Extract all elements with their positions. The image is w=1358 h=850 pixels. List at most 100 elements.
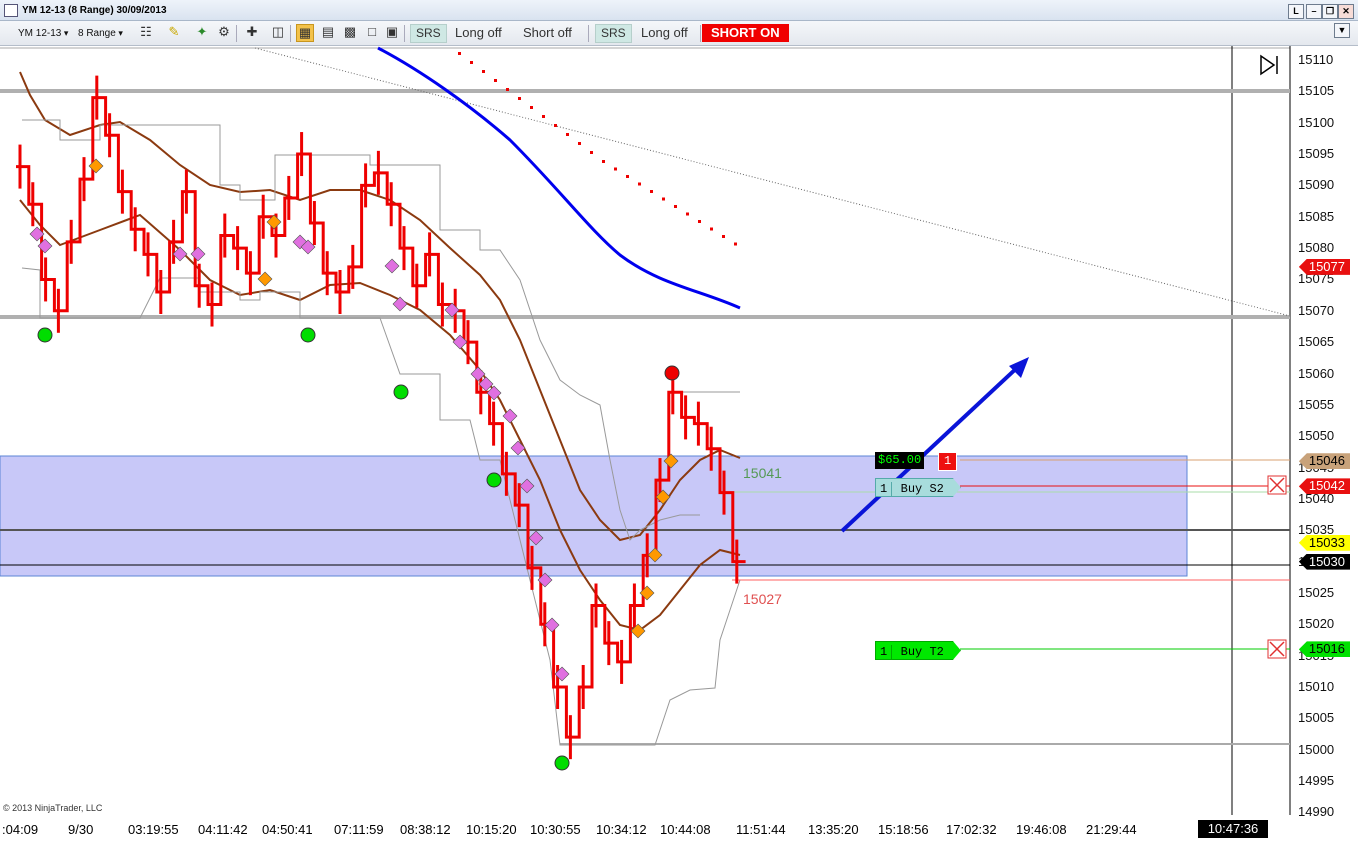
price-chart[interactable] bbox=[0, 46, 1358, 850]
minimize-button[interactable]: – bbox=[1306, 4, 1322, 19]
price-tick-label: 15065 bbox=[1298, 334, 1335, 350]
price-marker: 15016 bbox=[1298, 641, 1350, 658]
price-step-line bbox=[16, 96, 746, 739]
price-tick-label: 15000 bbox=[1298, 741, 1335, 757]
pnl-display: $65.00 bbox=[875, 452, 925, 469]
swing-low-dot bbox=[554, 755, 570, 771]
toolbar-separator bbox=[588, 25, 589, 42]
swing-low-dot bbox=[300, 327, 316, 343]
price-tick-label: 15070 bbox=[1298, 302, 1335, 318]
period-selector[interactable]: 8 Range bbox=[78, 24, 123, 42]
trailing-stop-dot bbox=[614, 167, 617, 171]
swing-low-dot bbox=[37, 327, 53, 343]
trailing-stop-dot bbox=[674, 205, 677, 208]
current-time-marker: 10:47:36 bbox=[1198, 820, 1268, 838]
price-tick-label: 14995 bbox=[1298, 773, 1335, 789]
long-off-button-1[interactable]: Long off bbox=[451, 23, 506, 42]
srs-button-1[interactable]: SRS bbox=[410, 24, 447, 43]
signal-diamond bbox=[88, 158, 104, 174]
price-tick-label: 15095 bbox=[1298, 146, 1335, 162]
srs-button-2[interactable]: SRS bbox=[595, 24, 632, 43]
scroll-to-end-icon[interactable] bbox=[1260, 54, 1278, 76]
copyright-notice: © 2013 NinjaTrader, LLC bbox=[3, 803, 103, 813]
trailing-stop-dot bbox=[530, 106, 533, 109]
screenshot-icon[interactable]: ▩ bbox=[342, 24, 358, 40]
signal-diamond bbox=[392, 296, 408, 312]
trailing-stop-dot bbox=[602, 160, 605, 163]
trailing-stop-dot bbox=[650, 190, 653, 193]
time-tick-label: 21:29:44 bbox=[1086, 822, 1137, 837]
trailing-stop-dot bbox=[518, 97, 521, 100]
price-tick-label: 15020 bbox=[1298, 616, 1335, 632]
time-tick-label: 10:15:20 bbox=[466, 822, 517, 837]
long-off-button-2[interactable]: Long off bbox=[637, 23, 692, 42]
position-qty-badge[interactable]: 1 bbox=[938, 452, 958, 471]
trailing-stop-dot bbox=[662, 197, 665, 201]
trailing-stop-dot bbox=[470, 61, 473, 64]
crosshair-icon[interactable]: ✚ bbox=[244, 24, 260, 40]
data-box-icon[interactable]: ▤ bbox=[320, 24, 336, 40]
time-tick-label: 11:51:44 bbox=[736, 822, 786, 837]
window-linking-icon[interactable]: ▣ bbox=[384, 24, 400, 40]
signal-diamond bbox=[510, 440, 526, 456]
price-tick-label: 15100 bbox=[1298, 114, 1335, 130]
trailing-stop-dot bbox=[710, 227, 713, 231]
time-tick-label: 15:18:56 bbox=[878, 822, 929, 837]
price-marker: 15077 bbox=[1298, 258, 1350, 275]
price-tick-label: 15110 bbox=[1298, 52, 1334, 67]
trailing-stop-dot bbox=[626, 175, 629, 178]
price-tick-label: 15050 bbox=[1298, 428, 1335, 444]
time-tick-label: 03:19:55 bbox=[128, 822, 179, 837]
trailing-stop-dot bbox=[494, 79, 497, 82]
price-marker: 15033 bbox=[1298, 534, 1350, 551]
stop-order-tag[interactable]: 1 Buy S2 bbox=[875, 478, 961, 497]
level-label-upper: 15041 bbox=[743, 465, 782, 481]
price-tick-label: 15055 bbox=[1298, 396, 1335, 412]
time-tick-label: 9/30 bbox=[68, 822, 94, 837]
indicator-icon[interactable]: ✦ bbox=[194, 24, 210, 40]
log-icon[interactable]: L bbox=[1288, 4, 1304, 19]
target-order-tag[interactable]: 1 Buy T2 bbox=[875, 641, 961, 660]
toolbar-separator bbox=[290, 25, 291, 42]
trailing-stop-dot bbox=[578, 142, 581, 145]
toolbar-separator bbox=[236, 25, 237, 42]
trailing-stop-dot bbox=[542, 115, 545, 118]
level-label-lower: 15027 bbox=[743, 591, 782, 607]
toolbar-dropdown-icon[interactable]: ▼ bbox=[1334, 23, 1350, 38]
chart-trader-icon[interactable]: ▦ bbox=[296, 24, 314, 42]
toolbar-separator bbox=[700, 25, 701, 42]
window-title: YM 12-13 (8 Range) 30/09/2013 bbox=[22, 5, 167, 16]
strategy-icon[interactable]: ⚙ bbox=[216, 24, 232, 40]
target-order-label: Buy T2 bbox=[900, 645, 944, 659]
range-bars bbox=[16, 75, 746, 760]
signal-diamond bbox=[384, 258, 400, 274]
toolbar-separator bbox=[404, 25, 405, 42]
price-marker: 15030 bbox=[1298, 553, 1350, 570]
short-off-button[interactable]: Short off bbox=[519, 23, 576, 42]
trailing-stop-dot bbox=[590, 151, 593, 154]
time-tick-label: 13:35:20 bbox=[808, 822, 859, 837]
close-button[interactable]: ✕ bbox=[1338, 4, 1354, 19]
properties-icon[interactable]: ◫ bbox=[270, 24, 286, 40]
time-tick-label: 10:30:55 bbox=[530, 822, 581, 837]
bar-type-icon[interactable]: ☷ bbox=[138, 24, 154, 40]
price-tick-label: 15090 bbox=[1298, 177, 1335, 193]
instrument-selector[interactable]: YM 12-13 bbox=[18, 24, 68, 42]
swing-high-dot bbox=[664, 365, 680, 381]
restore-button[interactable]: ❐ bbox=[1322, 4, 1338, 19]
price-tick-label: 15085 bbox=[1298, 208, 1335, 224]
stop-order-qty: 1 bbox=[876, 482, 892, 496]
swing-low-dot bbox=[486, 472, 502, 488]
trend-line bbox=[254, 47, 1291, 317]
price-tick-label: 15060 bbox=[1298, 365, 1335, 381]
trailing-stop-dot bbox=[506, 88, 509, 91]
share-icon[interactable]: □ bbox=[364, 24, 380, 40]
pencil-icon[interactable]: ✎ bbox=[166, 24, 182, 40]
price-tick-label: 15005 bbox=[1298, 710, 1335, 726]
time-tick-label: 17:02:32 bbox=[946, 822, 997, 837]
time-tick-label: 04:50:41 bbox=[262, 822, 313, 837]
signal-diamond bbox=[470, 366, 486, 382]
moving-average-blue bbox=[377, 46, 741, 310]
short-on-button[interactable]: SHORT ON bbox=[702, 24, 789, 42]
time-tick-label: 19:46:08 bbox=[1016, 822, 1067, 837]
